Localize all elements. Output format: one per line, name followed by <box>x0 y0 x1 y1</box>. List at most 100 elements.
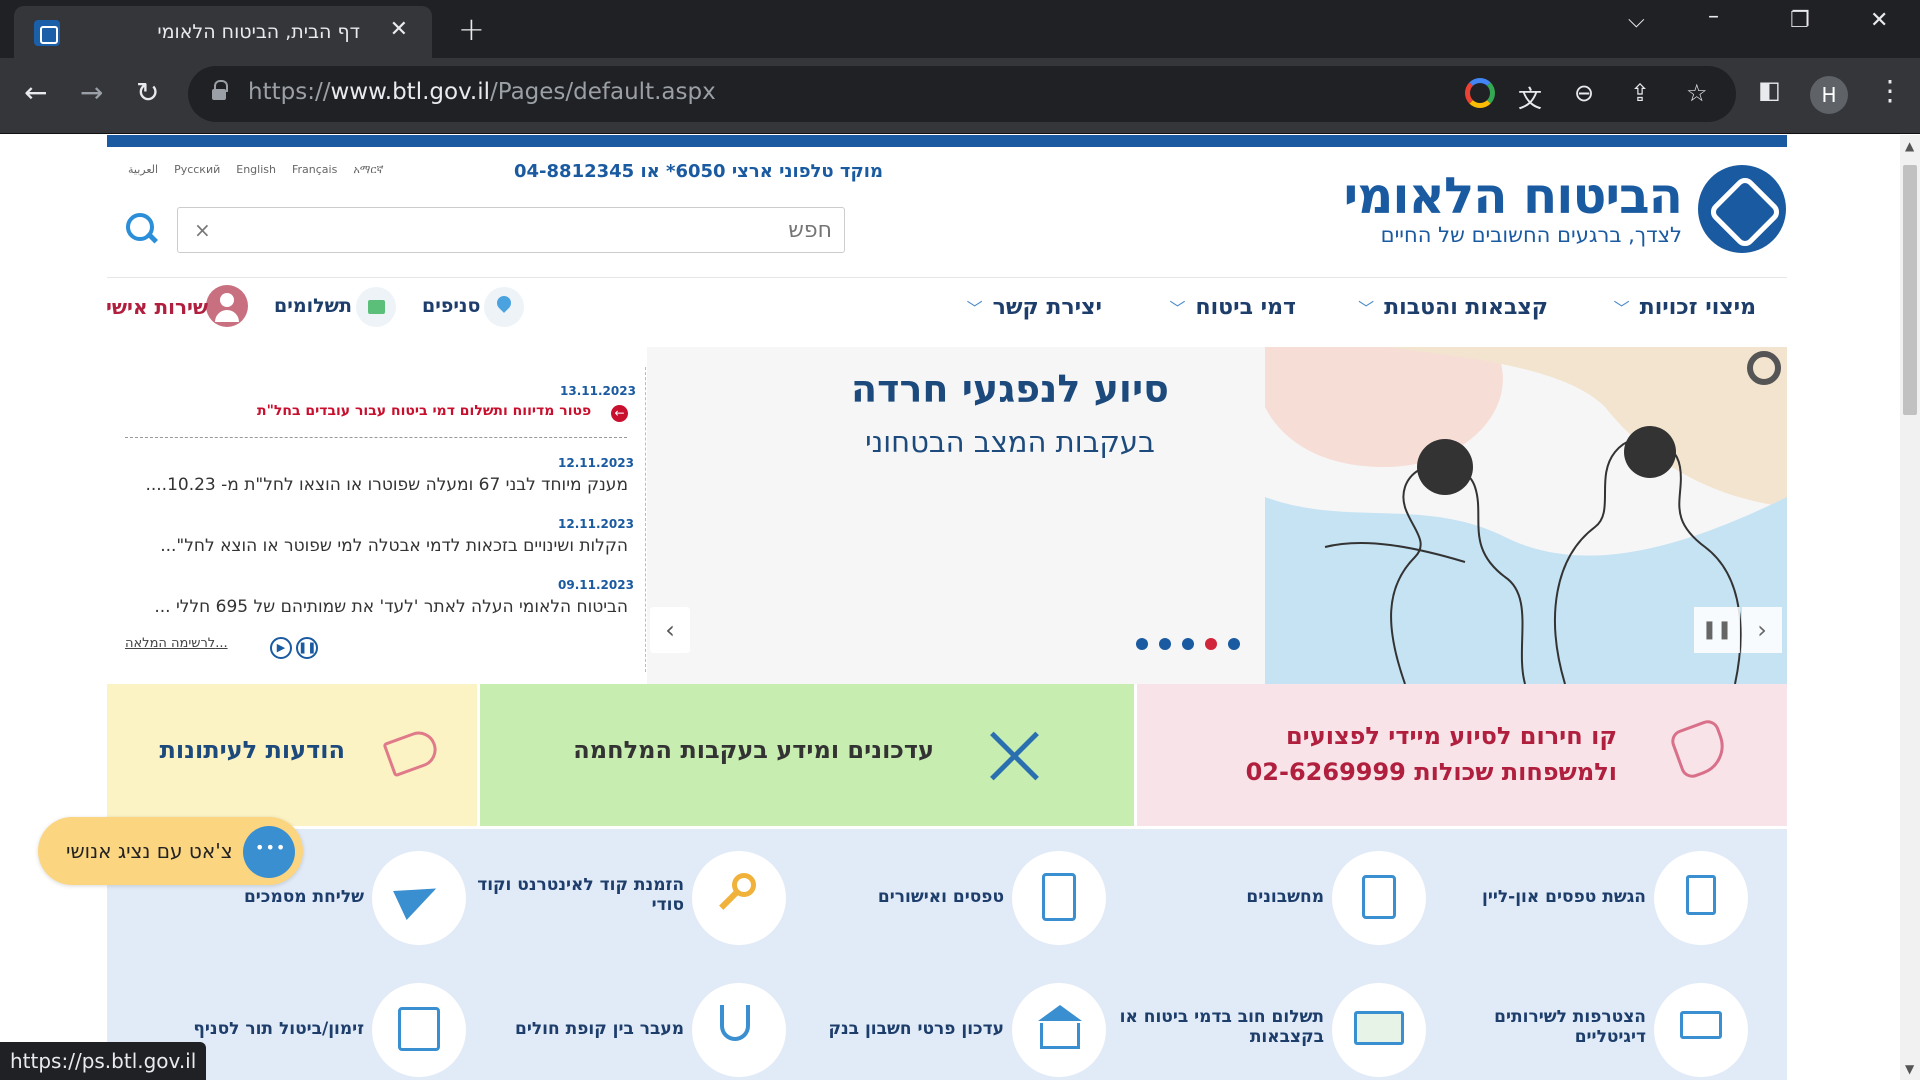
personal-service-link[interactable]: שירות אישי <box>106 295 208 319</box>
service-send-documents[interactable]: שליחת מסמכים <box>244 887 364 907</box>
live-chat-button[interactable]: צ'אט עם נציג אנושי <box>38 817 303 885</box>
calendar-icon[interactable] <box>372 983 466 1077</box>
lock-icon[interactable] <box>212 80 228 102</box>
news-play-icon[interactable]: ▶ <box>270 637 292 659</box>
news-item-link[interactable]: הביטוח הלאומי העלה לאתר 'לעד' את שמותיהם… <box>154 597 628 617</box>
zoom-out-icon[interactable]: ⊖ <box>1574 79 1594 107</box>
profile-avatar[interactable]: H <box>1810 76 1848 114</box>
search-field[interactable]: × <box>177 207 845 253</box>
lang-arabic[interactable]: العربية <box>128 163 158 176</box>
news-pause-icon[interactable]: ❚❚ <box>296 637 318 659</box>
paper-plane-icon[interactable] <box>372 851 466 945</box>
map-pin-icon[interactable] <box>484 287 524 327</box>
carousel-pause-icon[interactable]: ❚❚ <box>1694 607 1740 653</box>
address-bar[interactable]: https://www.btl.gov.il/Pages/default.asp… <box>188 66 1736 122</box>
service-digital-join[interactable]: הצטרפות לשירותים דיגיטליים <box>1476 1007 1646 1047</box>
carousel-dot[interactable] <box>1228 638 1240 650</box>
minimize-window-icon[interactable]: – <box>1708 4 1719 29</box>
carousel-dot[interactable] <box>1159 638 1171 650</box>
nav-item-insurance-fees[interactable]: דמי ביטוח﹀ <box>1169 295 1296 320</box>
nav-item-contact[interactable]: יצירת קשר﹀ <box>967 295 1102 320</box>
chevron-down-icon: ﹀ <box>966 299 983 318</box>
lang-amharic[interactable]: አማርኛ <box>353 163 383 176</box>
press-releases-card[interactable]: הודעות לעיתונות <box>107 684 477 826</box>
tab-search-chevron-icon[interactable]: ⌵ <box>1628 8 1645 33</box>
hero-subtitle: בעקבות המצב הבטחוני <box>865 425 1155 459</box>
service-calculators[interactable]: מחשבונים <box>1246 887 1324 907</box>
calculator-icon[interactable] <box>1332 851 1426 945</box>
service-branch-appointment[interactable]: זימון/ביטול תור לסניף <box>193 1019 364 1039</box>
lang-russian[interactable]: Русский <box>174 163 220 176</box>
carousel-dot[interactable] <box>1136 638 1148 650</box>
chevron-down-icon: ﹀ <box>1358 299 1375 318</box>
payments-link[interactable]: תשלומים <box>274 295 352 317</box>
header-divider <box>107 277 1787 278</box>
back-arrow-icon[interactable]: ← <box>24 76 47 109</box>
translate-icon[interactable]: 文 <box>1518 79 1542 114</box>
browser-menu-icon[interactable]: ⋮ <box>1876 74 1904 107</box>
service-submit-forms[interactable]: הגשת טפסים און-ליין <box>1482 887 1646 907</box>
crossed-swords-icon <box>984 724 1044 784</box>
chevron-down-icon: ﹀ <box>1613 299 1630 318</box>
news-headline-link[interactable]: פטור מדיווח ותשלום דמי ביטוח עבור עובדים… <box>257 403 591 419</box>
stethoscope-icon[interactable] <box>692 983 786 1077</box>
news-item-link[interactable]: מענק מיוחד לבני 67 ומעלה שפוטרו או הוצאו… <box>145 475 628 495</box>
share-icon[interactable]: ⇪ <box>1630 79 1650 107</box>
carousel-dot-active[interactable] <box>1205 638 1217 650</box>
money-icon[interactable] <box>1332 983 1426 1077</box>
search-icon[interactable] <box>124 211 158 245</box>
service-bank-details[interactable]: עדכון פרטי חשבון בנק <box>828 1019 1004 1039</box>
lang-french[interactable]: Français <box>292 163 337 176</box>
service-pay-debt[interactable]: תשלום חוב בדמי ביטוח או בקצבאות <box>1114 1007 1324 1047</box>
accessibility-ring-icon[interactable] <box>1747 351 1781 385</box>
hero-title[interactable]: סיוע לנפגעי חרדה <box>700 367 1320 411</box>
scroll-up-icon[interactable]: ▲ <box>1905 139 1914 153</box>
carousel-next-icon[interactable]: › <box>1742 607 1782 653</box>
clipboard-icon[interactable] <box>1012 851 1106 945</box>
tab-close-icon[interactable]: ✕ <box>390 17 408 42</box>
scrollbar-thumb[interactable] <box>1903 165 1917 415</box>
chat-label: צ'אט עם נציג אנושי <box>66 839 233 863</box>
hotline-card-line1: קו חירום לסיוע מיידי לפצועים <box>1285 722 1617 750</box>
side-panel-icon[interactable]: ◧ <box>1758 76 1781 104</box>
laptop-icon[interactable] <box>1654 983 1748 1077</box>
web-page: הביטוח הלאומי לצדך, ברגעים החשובים של הח… <box>0 135 1900 1080</box>
browser-tab[interactable]: דף הבית, הביטוח הלאומי ✕ <box>14 6 432 58</box>
war-updates-card[interactable]: עדכונים ומידע בעקבות המלחמה <box>480 684 1134 826</box>
new-tab-button[interactable]: + <box>458 10 485 48</box>
google-lens-icon[interactable] <box>1465 78 1495 108</box>
user-avatar-icon[interactable] <box>206 285 248 327</box>
payments-card-icon[interactable] <box>356 287 396 327</box>
close-window-icon[interactable]: ✕ <box>1870 8 1888 33</box>
news-date: 13.11.2023 <box>560 384 636 398</box>
tab-title: דף הבית, הביטוח הלאומי <box>157 21 360 43</box>
full-list-link[interactable]: לרשימה המלאה... <box>125 636 228 651</box>
restore-window-icon[interactable]: ❐ <box>1790 8 1810 33</box>
url-text[interactable]: https://www.btl.gov.il/Pages/default.asp… <box>248 79 716 105</box>
lang-english[interactable]: English <box>236 163 276 176</box>
branches-link[interactable]: סניפים <box>422 295 480 317</box>
language-selector: العربية Русский English Français አማርኛ <box>128 163 399 177</box>
nav-item-rights[interactable]: מיצוי זכויות﹀ <box>1614 295 1756 320</box>
bookmark-star-icon[interactable]: ☆ <box>1686 79 1708 107</box>
carousel-prev-icon[interactable]: ‹ <box>650 607 690 653</box>
top-accent-bar <box>107 135 1787 147</box>
service-hmo-transfer[interactable]: מעבר בין קופת חולים <box>515 1019 684 1039</box>
form-submit-icon[interactable] <box>1654 851 1748 945</box>
news-separator <box>125 437 627 438</box>
clear-search-icon[interactable]: × <box>194 218 211 242</box>
key-icon[interactable] <box>692 851 786 945</box>
forward-arrow-icon[interactable]: → <box>80 76 103 109</box>
news-item-link[interactable]: הקלות ושינויים בזכאות לדמי אבטלה למי שפו… <box>160 536 628 556</box>
bank-icon[interactable] <box>1012 983 1106 1077</box>
reload-icon[interactable]: ↻ <box>136 76 159 109</box>
chevron-down-icon: ﹀ <box>1169 299 1186 318</box>
page-scrollbar[interactable]: ▲ ▼ <box>1900 135 1920 1080</box>
emergency-hotline-card[interactable]: קו חירום לסיוע מיידי לפצועים ולמשפחות שכ… <box>1137 684 1787 826</box>
service-forms-approvals[interactable]: טפסים ואישורים <box>878 887 1004 907</box>
service-order-code[interactable]: הזמנת קוד לאינטרנט וקוד סודי <box>454 875 684 915</box>
carousel-dot[interactable] <box>1182 638 1194 650</box>
search-input[interactable] <box>232 216 832 244</box>
nav-item-benefits[interactable]: קצבאות והטבות﹀ <box>1358 295 1548 320</box>
scroll-down-icon[interactable]: ▼ <box>1905 1062 1914 1076</box>
